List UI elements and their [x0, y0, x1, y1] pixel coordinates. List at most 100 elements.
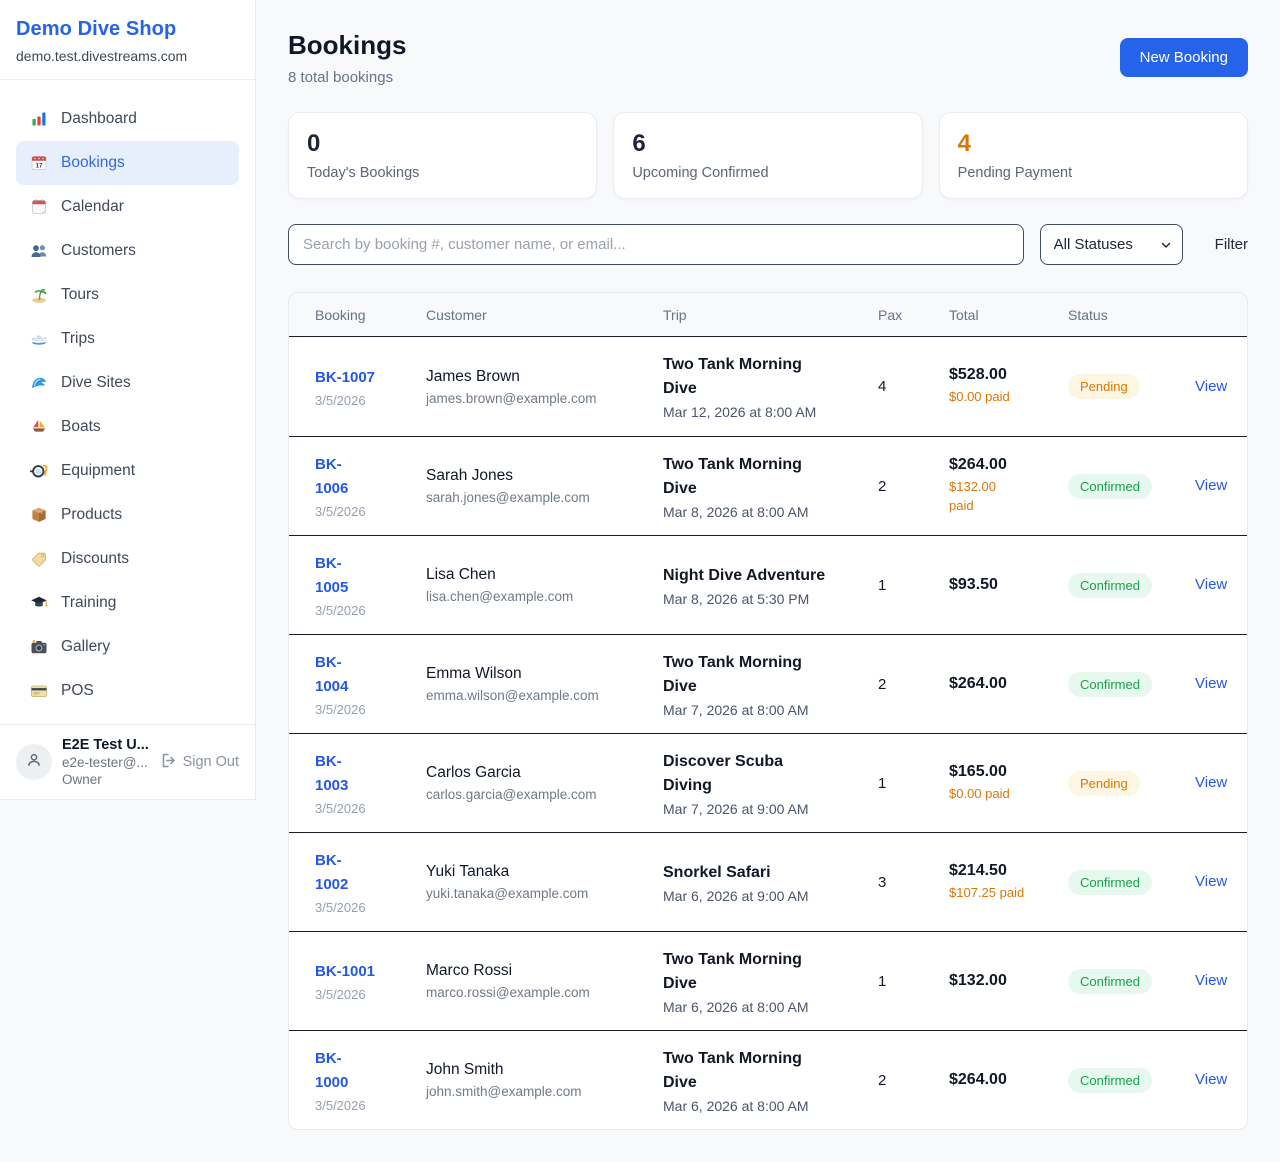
- view-link[interactable]: View: [1195, 675, 1227, 692]
- total-amount: $264.00: [949, 1071, 1068, 1089]
- sidebar-item-label: Bookings: [61, 154, 125, 172]
- customer-name: Lisa Chen: [426, 566, 663, 584]
- trip-name: Two Tank Morning Dive: [663, 453, 831, 501]
- total-amount: $93.50: [949, 576, 1068, 594]
- pax-count: 1: [878, 973, 949, 990]
- view-link[interactable]: View: [1195, 1071, 1227, 1088]
- stat-value: 6: [632, 130, 903, 158]
- booking-link[interactable]: BK- 1000: [315, 1047, 348, 1095]
- view-link[interactable]: View: [1195, 873, 1227, 890]
- tag-icon: [30, 550, 48, 568]
- booking-link[interactable]: BK- 1006: [315, 453, 348, 501]
- trip-datetime: Mar 6, 2026 at 8:00 AM: [663, 1098, 878, 1114]
- sidebar-item-calendar[interactable]: Calendar: [16, 185, 239, 229]
- sidebar-item-label: Tours: [61, 286, 99, 304]
- booking-link[interactable]: BK- 1005: [315, 552, 348, 600]
- stat-value: 0: [307, 130, 578, 158]
- wave-icon: [30, 374, 48, 392]
- sidebar-item-trips[interactable]: Trips: [16, 317, 239, 361]
- stat-value: 4: [958, 130, 1229, 158]
- speedboat-icon: [30, 330, 48, 348]
- sidebar-item-label: Trips: [61, 330, 95, 348]
- sidebar-item-customers[interactable]: Customers: [16, 229, 239, 273]
- view-link[interactable]: View: [1195, 378, 1227, 395]
- table-row: BK- 1002 3/5/2026 Yuki Tanaka yuki.tanak…: [289, 832, 1247, 931]
- sidebar-item-label: Training: [61, 594, 116, 612]
- bookings-calendar-icon: 17: [30, 154, 48, 172]
- pax-count: 2: [878, 478, 949, 495]
- graduation-cap-icon: [30, 594, 48, 612]
- sidebar-item-dive-sites[interactable]: Dive Sites: [16, 361, 239, 405]
- view-link[interactable]: View: [1195, 576, 1227, 593]
- column-header-booking: Booking: [315, 307, 426, 323]
- booking-link[interactable]: BK- 1003: [315, 750, 348, 798]
- customer-email: carlos.garcia@example.com: [426, 787, 663, 802]
- sidebar-item-equipment[interactable]: Equipment: [16, 449, 239, 493]
- sidebar-item-boats[interactable]: Boats: [16, 405, 239, 449]
- sailboat-icon: [30, 418, 48, 436]
- stat-label: Today's Bookings: [307, 165, 578, 181]
- sidebar-item-products[interactable]: Products: [16, 493, 239, 537]
- sidebar-item-pos[interactable]: POS: [16, 669, 239, 713]
- sidebar-item-discounts[interactable]: Discounts: [16, 537, 239, 581]
- user-info: E2E Test U... e2e-tester@... Owner: [62, 737, 150, 787]
- stat-card: 0 Today's Bookings: [288, 112, 597, 199]
- trip-name: Two Tank Morning Dive: [663, 948, 831, 996]
- status-filter: All Statuses: [1040, 224, 1183, 265]
- booking-link[interactable]: BK- 1002: [315, 849, 348, 897]
- new-booking-button[interactable]: New Booking: [1120, 38, 1248, 77]
- customers-icon: [30, 242, 48, 260]
- customer-email: lisa.chen@example.com: [426, 589, 663, 604]
- trip-datetime: Mar 7, 2026 at 8:00 AM: [663, 702, 878, 718]
- filter-button[interactable]: Filter: [1215, 236, 1248, 253]
- booking-link[interactable]: BK-1007: [315, 366, 375, 390]
- shop-name: Demo Dive Shop: [16, 18, 239, 41]
- booking-link[interactable]: BK- 1004: [315, 651, 348, 699]
- sidebar-item-label: POS: [61, 682, 94, 700]
- total-amount: $528.00: [949, 366, 1068, 384]
- sidebar-item-dashboard[interactable]: Dashboard: [16, 97, 239, 141]
- bar-chart-icon: [30, 110, 48, 128]
- search-input[interactable]: [288, 224, 1024, 265]
- user-section: E2E Test U... e2e-tester@... Owner Sign …: [0, 724, 255, 799]
- trip-name: Night Dive Adventure: [663, 564, 831, 588]
- svg-text:17: 17: [35, 163, 43, 170]
- booking-link[interactable]: BK-1001: [315, 960, 375, 984]
- pax-count: 2: [878, 1072, 949, 1089]
- pax-count: 2: [878, 676, 949, 693]
- view-link[interactable]: View: [1195, 972, 1227, 989]
- sidebar-item-label: Dashboard: [61, 110, 137, 128]
- paid-amount: $132.00 paid: [949, 478, 1068, 516]
- sidebar-item-label: Boats: [61, 418, 101, 436]
- status-filter-select[interactable]: All Statuses: [1041, 225, 1182, 264]
- user-role: Owner: [62, 772, 150, 787]
- sign-out-button[interactable]: Sign Out: [160, 752, 239, 773]
- stat-label: Upcoming Confirmed: [632, 165, 903, 181]
- table-row: BK- 1003 3/5/2026 Carlos Garcia carlos.g…: [289, 733, 1247, 832]
- trip-name: Discover Scuba Diving: [663, 750, 831, 798]
- sidebar-item-training[interactable]: Training: [16, 581, 239, 625]
- column-header-total: Total: [949, 307, 1068, 323]
- pax-count: 1: [878, 577, 949, 594]
- booking-date: 3/5/2026: [315, 603, 426, 618]
- view-link[interactable]: View: [1195, 477, 1227, 494]
- sidebar: Demo Dive Shop demo.test.divestreams.com…: [0, 0, 256, 800]
- table-row: BK- 1006 3/5/2026 Sarah Jones sarah.jone…: [289, 436, 1247, 535]
- total-amount: $132.00: [949, 972, 1068, 990]
- avatar: [16, 744, 52, 780]
- customer-email: james.brown@example.com: [426, 391, 663, 406]
- sidebar-item-bookings[interactable]: 17 Bookings: [16, 141, 239, 185]
- sidebar-item-label: Calendar: [61, 198, 124, 216]
- booking-date: 3/5/2026: [315, 900, 426, 915]
- shop-header: Demo Dive Shop demo.test.divestreams.com: [0, 0, 255, 80]
- trip-datetime: Mar 8, 2026 at 8:00 AM: [663, 504, 878, 520]
- view-link[interactable]: View: [1195, 774, 1227, 791]
- sidebar-item-label: Customers: [61, 242, 136, 260]
- sidebar-item-gallery[interactable]: Gallery: [16, 625, 239, 669]
- table-body: BK-1007 3/5/2026 James Brown james.brown…: [289, 337, 1247, 1129]
- sidebar-item-tours[interactable]: Tours: [16, 273, 239, 317]
- trip-name: Snorkel Safari: [663, 861, 831, 885]
- status-badge: Confirmed: [1068, 870, 1152, 895]
- customer-email: john.smith@example.com: [426, 1084, 663, 1099]
- sidebar-item-label: Dive Sites: [61, 374, 131, 392]
